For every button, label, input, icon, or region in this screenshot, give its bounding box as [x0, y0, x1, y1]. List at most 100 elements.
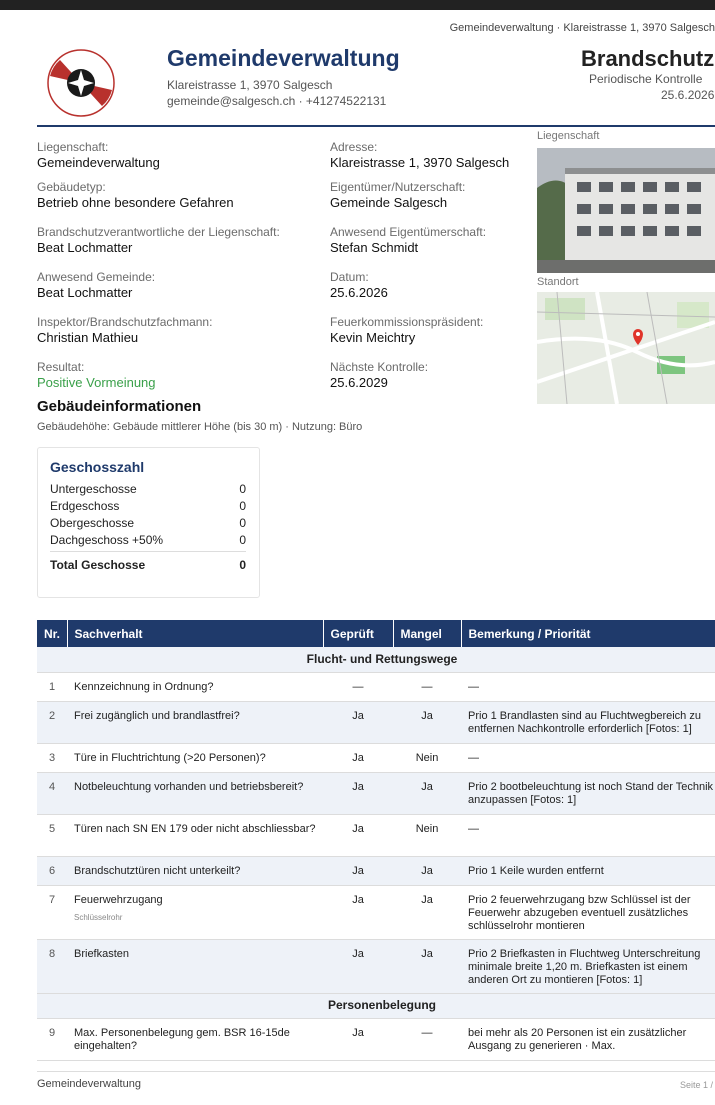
- field-anwesend-gemeinde: Anwesend Gemeinde: Beat Lochmatter: [37, 269, 155, 301]
- floor-count: 0: [239, 533, 246, 547]
- row-mangel: Ja: [393, 701, 461, 744]
- row-text-cell: Feuerwehrzugang Schlüsselrohr: [67, 885, 323, 940]
- table-row[interactable]: 4 Notbeleuchtung vorhanden und betriebsb…: [37, 772, 715, 815]
- header-divider: [37, 125, 715, 127]
- field-value: Kevin Meichtry: [330, 330, 416, 345]
- municipality-seal-logo: [47, 49, 115, 117]
- row-geprueft: Ja: [323, 939, 393, 994]
- floor-count: 0: [239, 482, 246, 496]
- row-note: Prio 2 bootbeleuchtung ist noch Stand de…: [461, 772, 715, 815]
- header-topline: Gemeindeverwaltung · Klareistrasse 1, 39…: [449, 22, 715, 34]
- field-label: Brandschutzverantwortliche der Liegensch…: [37, 225, 280, 239]
- floor-count: 0: [239, 499, 246, 513]
- row-number: 4: [37, 772, 67, 815]
- table-row[interactable]: 2 Frei zugänglich und brandlastfrei? Ja …: [37, 701, 715, 744]
- row-note: Prio 2 feuerwehrzugang bzw Schlüssel ist…: [461, 885, 715, 940]
- field-value: Christian Mathieu: [37, 330, 139, 345]
- row-mangel: —: [393, 672, 461, 702]
- field-resultat: Resultat: Positive Vormeinung: [37, 359, 156, 391]
- row-note: Prio 1 Brandlasten sind au Fluchtwegbere…: [461, 701, 715, 744]
- row-mangel: Ja: [393, 939, 461, 994]
- field-label: Resultat:: [37, 360, 85, 374]
- location-map[interactable]: [537, 292, 715, 404]
- report-page: Gemeindeverwaltung · Klareistrasse 1, 39…: [0, 10, 715, 1105]
- row-mangel: —: [393, 1018, 461, 1061]
- field-label: Inspektor/Brandschutzfachmann:: [37, 315, 213, 329]
- table-row[interactable]: 7 Feuerwehrzugang Schlüsselrohr Ja Ja Pr…: [37, 885, 715, 940]
- row-number: 5: [37, 814, 67, 857]
- col-header-geprueft: Geprüft: [323, 620, 394, 647]
- floor-count: 0: [239, 516, 246, 530]
- field-naechste-kontrolle: Nächste Kontrolle: 25.6.2029: [330, 359, 428, 391]
- field-value: Gemeinde Salgesch: [330, 195, 448, 210]
- building-photo[interactable]: [537, 148, 715, 273]
- floors-divider: [50, 551, 246, 552]
- floor-total-row: Total Geschosse 0: [50, 558, 246, 572]
- floor-row: Obergeschosse 0: [50, 516, 246, 530]
- result-value: Positive Vormeinung: [37, 375, 156, 390]
- field-adresse: Adresse: Klareistrasse 1, 3970 Salgesch: [330, 139, 509, 171]
- field-datum: Datum: 25.6.2026: [330, 269, 388, 301]
- field-gebaeudetyp: Gebäudetyp: Betrieb ohne besondere Gefah…: [37, 179, 234, 211]
- row-number: 1: [37, 672, 67, 702]
- building-info-subtitle: Gebäudehöhe: Gebäude mittlerer Höhe (bis…: [37, 421, 363, 433]
- field-value: Gemeindeverwaltung: [37, 155, 160, 170]
- category-row: Personenbelegung: [37, 993, 715, 1019]
- floors-card: Geschosszahl Untergeschosse 0 Erdgeschos…: [37, 447, 260, 598]
- footer-divider: [37, 1071, 715, 1072]
- table-row[interactable]: 5 Türen nach SN EN 179 oder nicht abschl…: [37, 814, 715, 857]
- field-feuerkommissionspraesident: Feuerkommissionspräsident: Kevin Meichtr…: [330, 314, 483, 346]
- field-label: Gebäudetyp:: [37, 180, 106, 194]
- field-value: 25.6.2026: [330, 285, 388, 300]
- col-header-nr: Nr.: [37, 620, 68, 647]
- floor-row: Erdgeschoss 0: [50, 499, 246, 513]
- floor-total-label: Total Geschosse: [50, 558, 146, 572]
- category-label: Flucht- und Rettungswege: [37, 647, 715, 673]
- table-header-row: Nr. Sachverhalt Geprüft Mangel Bemerkung…: [37, 620, 715, 647]
- field-label: Nächste Kontrolle:: [330, 360, 429, 374]
- row-number: 8: [37, 939, 67, 994]
- building-info-title: Gebäudeinformationen: [37, 398, 202, 415]
- row-text: Briefkasten: [67, 939, 323, 994]
- floor-label: Untergeschosse: [50, 482, 137, 496]
- floor-row: Untergeschosse 0: [50, 482, 246, 496]
- row-note: —: [461, 743, 715, 773]
- field-value: Beat Lochmatter: [37, 285, 133, 300]
- row-mangel: Nein: [393, 743, 461, 773]
- field-label: Anwesend Eigentümerschaft:: [330, 225, 487, 239]
- org-name: Gemeindeverwaltung: [167, 45, 400, 71]
- field-anwesend-eigentuemerschaft: Anwesend Eigentümerschaft: Stefan Schmid…: [330, 224, 486, 256]
- category-label: Personenbelegung: [37, 993, 715, 1019]
- table-row[interactable]: 1 Kennzeichnung in Ordnung? — — —: [37, 672, 715, 702]
- row-number: 2: [37, 701, 67, 744]
- row-text: Frei zugänglich und brandlastfrei?: [67, 701, 323, 744]
- row-note: bei mehr als 20 Personen ist ein zusätzl…: [461, 1018, 715, 1061]
- floor-total-count: 0: [239, 558, 246, 572]
- row-geprueft: Ja: [323, 885, 393, 940]
- row-note: Prio 1 Keile wurden entfernt: [461, 856, 715, 886]
- footer-org: Gemeindeverwaltung: [37, 1078, 141, 1090]
- field-value: Klareistrasse 1, 3970 Salgesch: [330, 155, 510, 170]
- col-header-bemerkung: Bemerkung / Priorität: [461, 620, 715, 647]
- table-row[interactable]: 6 Brandschutztüren nicht unterkeilt? Ja …: [37, 856, 715, 886]
- map-label: Standort: [537, 276, 579, 288]
- row-note: Prio 2 Briefkasten in Fluchtweg Untersch…: [461, 939, 715, 994]
- table-row[interactable]: 3 Türe in Fluchtrichtung (>20 Personen)?…: [37, 743, 715, 773]
- document-title: Brandschutz: [581, 46, 715, 71]
- field-value: 25.6.2029: [330, 375, 388, 390]
- page-number: Seite 1 / 2: [680, 1080, 715, 1090]
- field-value: Betrieb ohne besondere Gefahren: [37, 195, 234, 210]
- row-text: Max. Personenbelegung gem. BSR 16-15de e…: [67, 1018, 323, 1061]
- row-subnote: Schlüsselrohr: [74, 912, 123, 922]
- field-label: Adresse:: [330, 140, 378, 154]
- org-contact: gemeinde@salgesch.ch · +41274522131: [167, 94, 387, 108]
- row-number: 9: [37, 1018, 67, 1061]
- row-text: Feuerwehrzugang: [74, 893, 163, 906]
- field-label: Eigentümer/Nutzerschaft:: [330, 180, 466, 194]
- table-row[interactable]: 8 Briefkasten Ja Ja Prio 2 Briefkasten i…: [37, 939, 715, 994]
- row-geprueft: Ja: [323, 856, 393, 886]
- building-photo-label: Liegenschaft: [537, 130, 600, 142]
- field-label: Datum:: [330, 270, 369, 284]
- row-number: 3: [37, 743, 67, 773]
- table-row[interactable]: 9 Max. Personenbelegung gem. BSR 16-15de…: [37, 1018, 715, 1061]
